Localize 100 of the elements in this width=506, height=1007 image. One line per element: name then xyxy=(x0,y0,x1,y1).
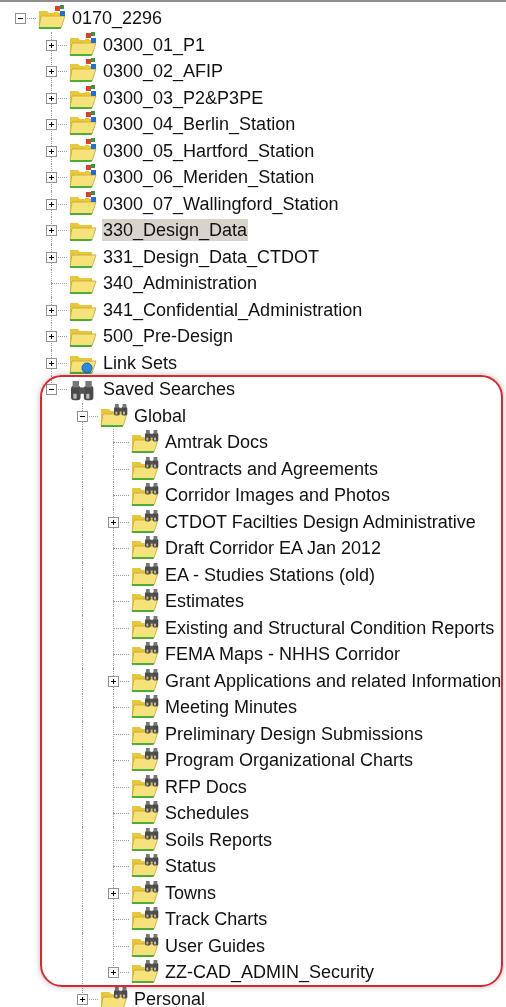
expand-toggle[interactable] xyxy=(46,119,57,131)
plus-icon xyxy=(47,93,56,103)
project-folder-icon xyxy=(68,84,98,111)
search-folder-icon xyxy=(130,561,160,588)
tree-item-label[interactable]: Estimates xyxy=(164,590,246,613)
tree-item-label[interactable]: 0300_07_Wallingford_Station xyxy=(102,192,340,215)
project-folder-icon xyxy=(68,58,98,85)
tree-item-label[interactable]: 0300_04_Berlin_Station xyxy=(102,113,297,136)
expand-toggle[interactable] xyxy=(108,675,119,687)
search-folder-icon xyxy=(99,985,129,1007)
plus-icon xyxy=(109,676,118,686)
search-folder-icon xyxy=(130,482,160,509)
search-folder-icon xyxy=(130,826,160,853)
plus-icon xyxy=(47,40,56,50)
expand-toggle[interactable] xyxy=(77,410,88,422)
tree-item-label[interactable]: ZZ-CAD_ADMIN_Security xyxy=(164,961,376,984)
search-folder-icon xyxy=(130,508,160,535)
expand-toggle[interactable] xyxy=(46,39,57,51)
expand-toggle[interactable] xyxy=(46,357,57,369)
tree-item-label[interactable]: 500_Pre-Design xyxy=(102,325,235,348)
tree-item-label[interactable]: Towns xyxy=(164,881,218,904)
expand-toggle[interactable] xyxy=(108,887,119,899)
expand-toggle[interactable] xyxy=(46,225,57,237)
expand-toggle[interactable] xyxy=(46,172,57,184)
plus-icon xyxy=(47,226,56,236)
tree-item-label[interactable]: 0300_03_P2&P3PE xyxy=(102,86,265,109)
tree-item-label[interactable]: Soils Reports xyxy=(164,828,274,851)
search-folder-icon xyxy=(130,720,160,747)
tree-item-label[interactable]: Track Charts xyxy=(164,908,269,931)
tree-item-label[interactable]: Global xyxy=(133,404,188,427)
search-folder-icon xyxy=(130,773,160,800)
plus-icon xyxy=(109,968,118,978)
expand-toggle[interactable] xyxy=(108,516,119,528)
tree-item-label[interactable]: Preliminary Design Submissions xyxy=(164,722,425,745)
expand-toggle[interactable] xyxy=(46,304,57,316)
plus-icon xyxy=(78,994,87,1004)
plus-icon xyxy=(47,146,56,156)
search-folder-icon xyxy=(130,747,160,774)
search-folder-icon xyxy=(99,402,129,429)
project-folder-icon xyxy=(37,5,67,32)
tree-item-label[interactable]: Meeting Minutes xyxy=(164,696,299,719)
search-folder-icon xyxy=(130,879,160,906)
tree-item-label[interactable]: Saved Searches xyxy=(102,378,237,401)
tree-item-label[interactable]: Schedules xyxy=(164,802,251,825)
expand-toggle[interactable] xyxy=(46,331,57,343)
search-folder-icon xyxy=(130,667,160,694)
plus-icon xyxy=(47,199,56,209)
tree-item-label[interactable]: Draft Corridor EA Jan 2012 xyxy=(164,537,383,560)
search-folder-icon xyxy=(130,455,160,482)
tree-item-label[interactable]: Corridor Images and Photos xyxy=(164,484,392,507)
expand-toggle[interactable] xyxy=(46,66,57,78)
expand-toggle[interactable] xyxy=(46,145,57,157)
tree-item-label[interactable]: Amtrak Docs xyxy=(164,431,270,454)
project-folder-icon xyxy=(68,31,98,58)
expand-toggle[interactable] xyxy=(46,198,57,210)
tree-item-label[interactable]: 0300_01_P1 xyxy=(102,33,207,56)
tree-item-label[interactable]: Program Organizational Charts xyxy=(164,749,415,772)
tree-item-label[interactable]: 0170_2296 xyxy=(71,7,164,30)
tree-item-label[interactable]: Status xyxy=(164,855,218,878)
tree-item-label[interactable]: 0300_05_Hartford_Station xyxy=(102,139,316,162)
plus-icon xyxy=(47,252,56,262)
tree-item-label[interactable]: 341_Confidential_Administration xyxy=(102,298,364,321)
tree-item-label[interactable]: 0300_06_Meriden_Station xyxy=(102,166,316,189)
search-folder-icon xyxy=(130,588,160,615)
plus-icon xyxy=(47,332,56,342)
expand-toggle[interactable] xyxy=(46,92,57,104)
tree-item-label[interactable]: 340_Administration xyxy=(102,272,259,295)
tree-item-label[interactable]: EA - Studies Stations (old) xyxy=(164,563,377,586)
expand-toggle[interactable] xyxy=(15,13,26,25)
tree-item-label[interactable]: Link Sets xyxy=(102,351,179,374)
search-folder-icon xyxy=(130,535,160,562)
search-folder-icon xyxy=(130,853,160,880)
expand-toggle[interactable] xyxy=(77,993,88,1005)
plus-icon xyxy=(47,173,56,183)
tree-item-label[interactable]: Grant Applications and related Information xyxy=(164,669,503,692)
search-folder-icon xyxy=(130,641,160,668)
search-folder-icon xyxy=(130,694,160,721)
expand-toggle[interactable] xyxy=(46,384,57,396)
tree-item-label[interactable]: RFP Docs xyxy=(164,775,248,798)
tree-item-label[interactable]: 331_Design_Data_CTDOT xyxy=(102,245,321,268)
plus-icon xyxy=(109,517,118,527)
plus-icon xyxy=(109,888,118,898)
tree-item-label[interactable]: Personal xyxy=(133,987,207,1007)
tree-item-label[interactable]: 330_Design_Data xyxy=(102,219,249,242)
tree-item-label[interactable]: Contracts and Agreements xyxy=(164,457,380,480)
search-folder-icon xyxy=(130,800,160,827)
project-folder-icon xyxy=(68,111,98,138)
tree-item-label[interactable]: CTDOT Facilties Design Administrative xyxy=(164,510,477,533)
tree-item-label[interactable]: 0300_02_AFIP xyxy=(102,60,225,83)
search-folder-icon xyxy=(130,959,160,986)
project-folder-icon xyxy=(68,137,98,164)
tree-item-label[interactable]: User Guides xyxy=(164,934,267,957)
tree-item-label[interactable]: Existing and Structural Condition Reports xyxy=(164,616,496,639)
tree-item-label[interactable]: FEMA Maps - NHHS Corridor xyxy=(164,643,402,666)
search-folder-icon xyxy=(130,906,160,933)
search-folder-icon xyxy=(130,932,160,959)
expand-toggle[interactable] xyxy=(108,967,119,979)
expand-toggle[interactable] xyxy=(46,251,57,263)
plus-icon xyxy=(47,358,56,368)
plus-icon xyxy=(47,120,56,130)
